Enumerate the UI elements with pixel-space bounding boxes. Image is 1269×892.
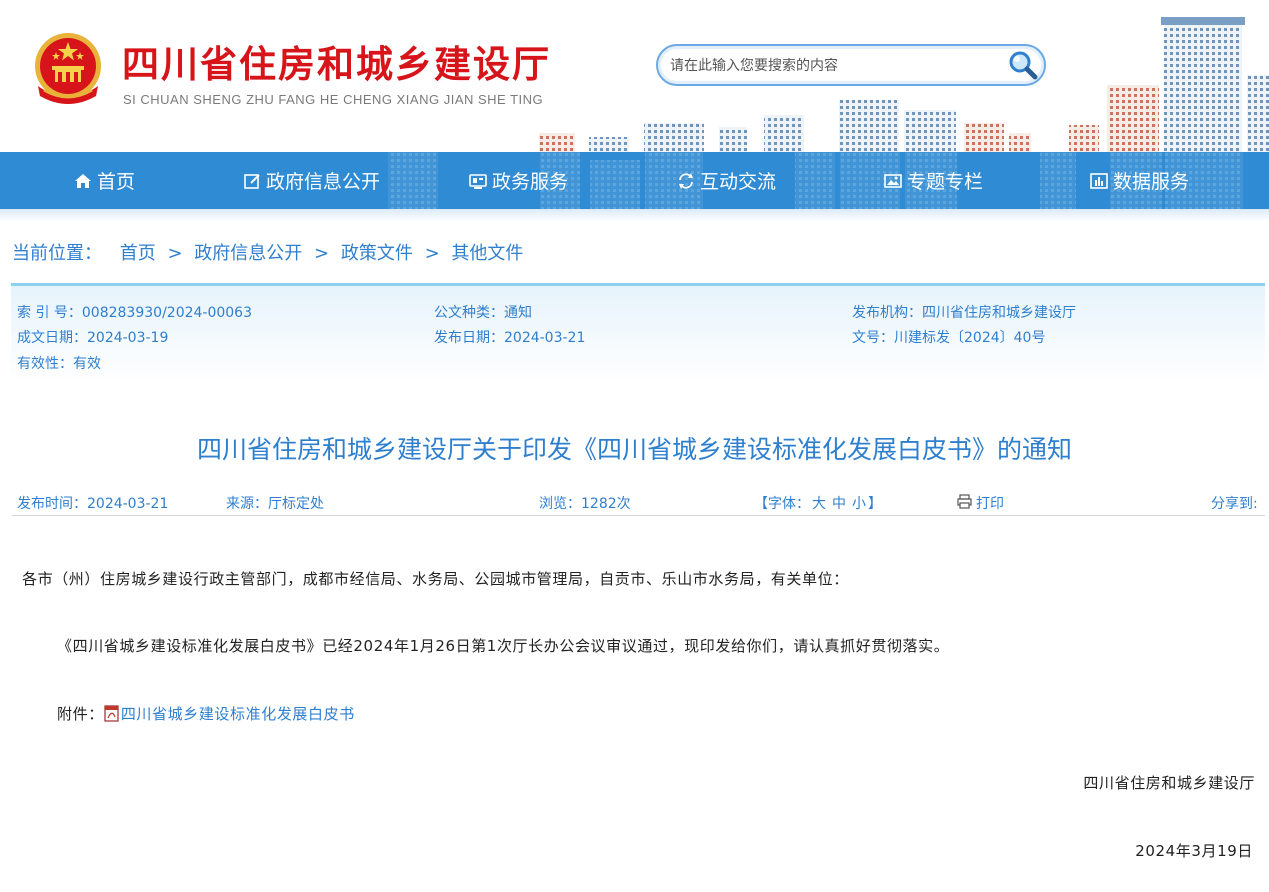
nav-item-gov-info[interactable]: 政府信息公开 [243, 152, 380, 209]
nav-background-buildings [388, 152, 1243, 209]
nav-item-label: 政务服务 [492, 171, 569, 193]
meta-written-date: 成文日期：2024-03-19 [17, 330, 169, 346]
article-paragraph: 《四川省城乡建设标准化发展白皮书》已经2024年1月26日第1次厅长办公会议审议… [57, 637, 950, 655]
meta-validity: 有效性：有效 [17, 356, 101, 372]
image-icon [884, 173, 902, 188]
nav-item-data-service[interactable]: 数据服务 [1090, 152, 1189, 209]
article-title: 四川省住房和城乡建设厅关于印发《四川省城乡建设标准化发展白皮书》的通知 [196, 435, 1072, 464]
site-title-pinyin: SI CHUAN SHENG ZHU FANG HE CHENG XIANG J… [123, 92, 544, 107]
share-label: 分享到: [1211, 496, 1258, 512]
attachment-row: 附件： 四川省城乡建设标准化发展白皮书 [57, 703, 355, 724]
nav-item-label: 专题专栏 [907, 171, 984, 193]
attachment-label: 附件： [57, 705, 104, 723]
meta-doc-type: 公文种类：通知 [434, 305, 532, 321]
breadcrumb-separator: > [167, 243, 183, 264]
nav-item-special-topics[interactable]: 专题专栏 [884, 152, 983, 209]
article-info-bar: 发布时间：2024-03-21 来源：厅标定处 浏览：1282次 【字体： 大 … [12, 490, 1265, 516]
nav-divider [0, 209, 1269, 221]
breadcrumb: 当前位置： 首页 > 政府信息公开 > 政策文件 > 其他文件 [12, 239, 523, 265]
meta-publish-date: 发布日期：2024-03-21 [434, 330, 586, 346]
meta-doc-number: 文号：川建标发〔2024〕40号 [852, 330, 1046, 346]
home-icon [75, 173, 91, 188]
site-title: 四川省住房和城乡建设厅 [122, 42, 551, 86]
breadcrumb-home[interactable]: 首页 [120, 243, 156, 264]
breadcrumb-other-docs[interactable]: 其他文件 [451, 243, 523, 264]
font-size-medium-button[interactable]: 中 [832, 493, 846, 513]
breadcrumb-separator: > [314, 243, 330, 264]
breadcrumb-gov-info[interactable]: 政府信息公开 [194, 243, 302, 264]
nav-item-label: 数据服务 [1113, 171, 1190, 193]
service-icon [469, 173, 487, 189]
article-salutation: 各市（州）住房城乡建设行政主管部门，成都市经信局、水务局、公园城市管理局，自贡市… [22, 570, 849, 588]
article-date: 2024年3月19日 [1135, 842, 1253, 860]
meta-index-no: 索 引 号：008283930/2024-00063 [17, 305, 252, 321]
view-count: 浏览：1282次 [539, 496, 631, 512]
font-size-bracket: 】 [868, 496, 882, 512]
font-size-large-button[interactable]: 大 [812, 493, 826, 513]
national-emblem-icon [35, 33, 101, 104]
breadcrumb-separator: > [424, 243, 440, 264]
breadcrumb-policy-docs[interactable]: 政策文件 [341, 243, 413, 264]
publish-time: 发布时间：2024-03-21 [17, 496, 169, 512]
breadcrumb-label: 当前位置： [12, 243, 102, 264]
print-button[interactable]: 打印 [976, 493, 1004, 513]
page: 四川省住房和城乡建设厅 SI CHUAN SHENG ZHU FANG HE C… [0, 0, 1269, 892]
main-nav: 首页 政府信息公开 政务服务 互动交流 专题专栏 数据服务 [0, 152, 1269, 209]
nav-item-label: 首页 [97, 171, 136, 193]
nav-item-home[interactable]: 首页 [74, 152, 135, 209]
city-skyline-illustration [539, 17, 1269, 152]
nav-item-interaction[interactable]: 互动交流 [677, 152, 776, 209]
edit-icon [244, 173, 260, 189]
nav-item-gov-service[interactable]: 政务服务 [469, 152, 568, 209]
attachment-link[interactable]: 四川省城乡建设标准化发展白皮书 [121, 705, 355, 723]
pdf-file-icon [104, 705, 119, 722]
meta-publisher: 发布机构：四川省住房和城乡建设厅 [852, 305, 1076, 321]
article-signature: 四川省住房和城乡建设厅 [1083, 774, 1255, 792]
refresh-icon [679, 172, 693, 189]
article-source: 来源：厅标定处 [226, 496, 324, 512]
font-size-small-button[interactable]: 小 [852, 493, 866, 513]
site-header: 四川省住房和城乡建设厅 SI CHUAN SHENG ZHU FANG HE C… [0, 0, 1269, 152]
nav-item-label: 互动交流 [700, 171, 777, 193]
nav-item-label: 政府信息公开 [266, 171, 381, 193]
print-icon[interactable] [957, 494, 972, 509]
font-size-label: 【字体： [754, 496, 810, 512]
chart-icon [1090, 172, 1108, 189]
document-metadata: 索 引 号：008283930/2024-00063 公文种类：通知 发布机构：… [11, 283, 1265, 391]
